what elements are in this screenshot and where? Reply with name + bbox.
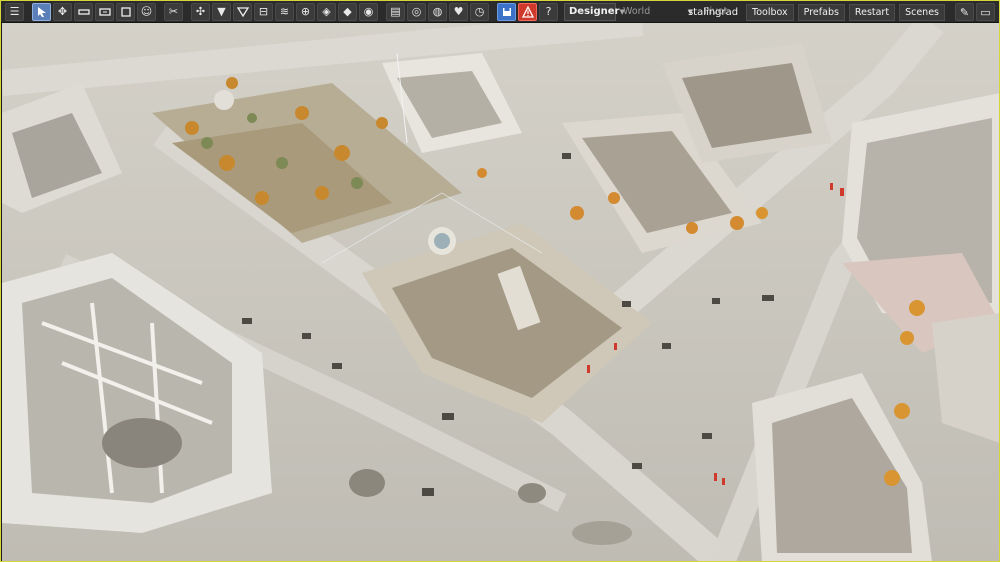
visibility-button[interactable]: ◎ bbox=[407, 2, 426, 21]
align-button[interactable]: ⊟ bbox=[254, 2, 273, 21]
move-icon: ✥ bbox=[57, 5, 68, 18]
help-icon: ? bbox=[545, 5, 552, 18]
rotate-icon bbox=[77, 8, 90, 15]
warning-icon bbox=[521, 5, 534, 18]
move-tool-button[interactable]: ✥ bbox=[53, 2, 72, 21]
cut-button[interactable]: ✂ bbox=[164, 2, 183, 21]
filter-icon bbox=[236, 6, 249, 17]
eye-alt-icon: ◍ bbox=[432, 5, 443, 18]
settings-button[interactable]: ✎ bbox=[955, 3, 974, 21]
menu-button[interactable]: ☰ bbox=[5, 2, 24, 21]
save-button[interactable] bbox=[497, 2, 516, 21]
heart-icon: ♥ bbox=[453, 5, 464, 18]
grid-snap-icon: ✣ bbox=[195, 5, 206, 18]
city-aerial-view bbox=[2, 23, 999, 561]
layer-icon: ◆ bbox=[343, 5, 352, 18]
doc-icon: ▤ bbox=[390, 5, 401, 18]
layer-button[interactable]: ◆ bbox=[338, 2, 357, 21]
target-button[interactable]: ⊕ bbox=[296, 2, 315, 21]
timer-button[interactable]: ◷ bbox=[470, 2, 489, 21]
editor-window: ☰ ✥ ☺ ✂ ✣ ▼ ⊟ ≋ ⊕ ◈ ◆ ◉ ▤ ◎ ◍ ♥ ◷ ? Desi… bbox=[0, 0, 1000, 562]
scissors-icon: ✂ bbox=[168, 5, 179, 18]
restart-button[interactable]: Restart bbox=[848, 3, 896, 21]
scale-tool-button[interactable] bbox=[95, 2, 114, 21]
stopwatch-icon: ◷ bbox=[474, 5, 485, 18]
favorite-button[interactable]: ♥ bbox=[449, 2, 468, 21]
help-button[interactable]: ? bbox=[539, 2, 558, 21]
select-tool-button[interactable] bbox=[32, 2, 51, 21]
diamond-button[interactable]: ◈ bbox=[317, 2, 336, 21]
space-dropdown[interactable]: World ▼ bbox=[619, 3, 697, 21]
menu-icon: ☰ bbox=[9, 5, 20, 18]
target-icon: ⊕ bbox=[300, 5, 311, 18]
filter-button[interactable] bbox=[233, 2, 252, 21]
scene-name: stalingrad bbox=[687, 6, 739, 18]
panel-icon: ▭ bbox=[980, 5, 991, 19]
prefabs-button[interactable]: Prefabs bbox=[797, 3, 845, 21]
mode-dropdown[interactable]: Designer ▼ bbox=[564, 2, 625, 21]
align-icon: ⊟ bbox=[258, 5, 269, 18]
rect-icon bbox=[120, 6, 131, 17]
panel-toggle-button[interactable]: ▭ bbox=[976, 3, 995, 21]
paint-button[interactable]: ◉ bbox=[359, 2, 378, 21]
save-icon bbox=[502, 7, 511, 16]
doc-button[interactable]: ▤ bbox=[386, 2, 405, 21]
terrain-button[interactable]: ≋ bbox=[275, 2, 294, 21]
funnel-icon: ▼ bbox=[217, 5, 226, 18]
paint-icon: ◉ bbox=[363, 5, 374, 18]
warning-button[interactable] bbox=[518, 2, 537, 21]
emoji-tool-button[interactable]: ☺ bbox=[137, 2, 156, 21]
toolbar-right-group: stalingrad Toolbox Prefabs Restart Scene… bbox=[688, 3, 997, 21]
wrench-icon: ✎ bbox=[959, 5, 970, 19]
rotate-tool-button[interactable] bbox=[74, 2, 93, 21]
snap-button[interactable]: ✣ bbox=[191, 2, 210, 21]
scene-viewport[interactable] bbox=[2, 23, 999, 561]
toolbox-button[interactable]: Toolbox bbox=[746, 3, 794, 21]
diamond-icon: ◈ bbox=[322, 5, 331, 18]
scale-icon bbox=[98, 7, 111, 16]
funnel-button[interactable]: ▼ bbox=[212, 2, 231, 21]
editor-toolbar: ☰ ✥ ☺ ✂ ✣ ▼ ⊟ ≋ ⊕ ◈ ◆ ◉ ▤ ◎ ◍ ♥ ◷ ? Desi… bbox=[1, 1, 999, 23]
space-value: World bbox=[623, 6, 651, 17]
smile-icon: ☺ bbox=[140, 5, 153, 18]
visibility-alt-button[interactable]: ◍ bbox=[428, 2, 447, 21]
scenes-button[interactable]: Scenes bbox=[899, 3, 945, 21]
rect-tool-button[interactable] bbox=[116, 2, 135, 21]
select-icon bbox=[37, 6, 46, 17]
eye-icon: ◎ bbox=[411, 5, 422, 18]
terrain-icon: ≋ bbox=[279, 5, 290, 18]
mode-value: Designer bbox=[569, 6, 620, 17]
